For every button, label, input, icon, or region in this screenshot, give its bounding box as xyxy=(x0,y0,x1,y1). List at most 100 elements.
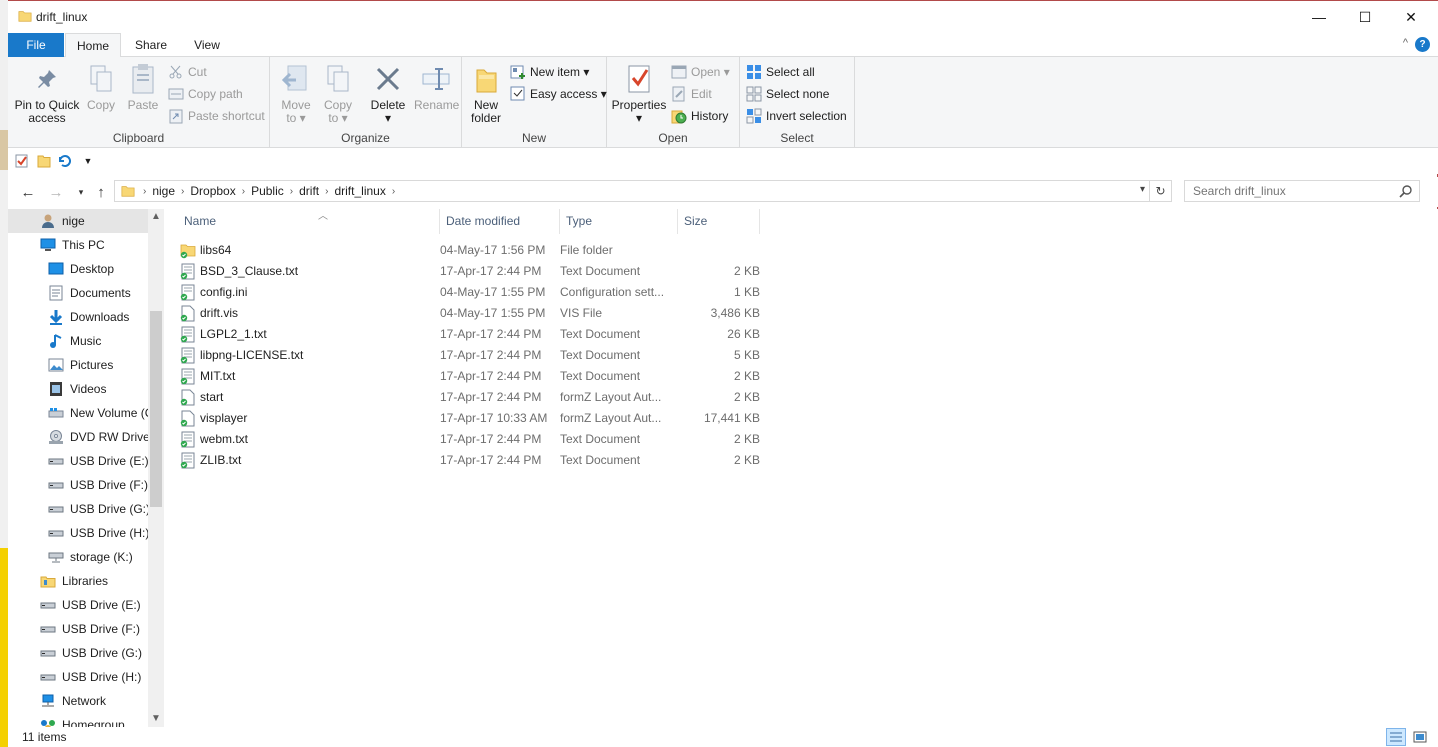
close-button[interactable]: ✕ xyxy=(1388,1,1434,33)
file-date-modified: 04-May-17 1:55 PM xyxy=(440,285,546,299)
move-to-button[interactable]: Move to ▾ xyxy=(278,63,314,125)
nav-item-network[interactable]: Network xyxy=(8,689,148,713)
undo-icon[interactable] xyxy=(56,153,72,169)
videos-icon xyxy=(48,381,64,397)
nav-item-this-pc[interactable]: This PC xyxy=(8,233,148,257)
file-row[interactable]: LGPL2_1.txt 17-Apr-17 2:44 PM Text Documen… xyxy=(178,324,760,345)
scroll-down-icon[interactable]: ▼ xyxy=(148,711,164,727)
column-header-date[interactable]: Date modified xyxy=(440,209,560,234)
address-history-chevron-icon[interactable]: ▾ xyxy=(1140,184,1145,195)
refresh-icon[interactable]: ↻ xyxy=(1149,181,1171,201)
collapse-ribbon-button[interactable]: ^ xyxy=(1403,37,1408,49)
breadcrumb-nige[interactable]: nige xyxy=(146,184,181,198)
select-all-button[interactable]: Select all xyxy=(746,62,815,82)
network-drive-icon xyxy=(48,549,64,565)
paste-button[interactable]: Paste xyxy=(124,63,162,112)
column-header-size[interactable]: Size xyxy=(678,209,760,234)
open-button[interactable]: Open ▾ xyxy=(671,62,730,82)
file-row[interactable]: config.ini 04-May-17 1:55 PM Configuration… xyxy=(178,282,760,303)
nav-item-new-volume[interactable]: New Volume (C xyxy=(8,401,153,425)
breadcrumb-public[interactable]: Public xyxy=(245,184,290,198)
file-row[interactable]: MIT.txt 17-Apr-17 2:44 PM Text Document 2 K… xyxy=(178,366,760,387)
edit-button[interactable]: Edit xyxy=(671,84,712,104)
invert-selection-icon xyxy=(746,108,762,124)
nav-item-documents[interactable]: Documents xyxy=(8,281,148,305)
up-button[interactable]: ↑ xyxy=(91,182,111,202)
tab-share[interactable]: Share xyxy=(126,33,176,57)
details-view-button[interactable] xyxy=(1386,728,1406,746)
nav-item-dvd-rw-drive[interactable]: DVD RW Drive xyxy=(8,425,150,449)
nav-item-usb-drive-f[interactable]: USB Drive (F:) xyxy=(8,473,148,497)
copy-button[interactable]: Copy xyxy=(84,63,118,112)
properties-button[interactable]: Properties ▾ xyxy=(611,63,667,125)
new-folder-button[interactable]: New folder xyxy=(466,63,506,125)
easy-access-button[interactable]: Easy access ▾ xyxy=(510,84,607,104)
file-row[interactable]: start 17-Apr-17 2:44 PM formZ Layout Aut..… xyxy=(178,387,760,408)
file-size: 2 KB xyxy=(733,432,760,446)
maximize-button[interactable]: ☐ xyxy=(1342,1,1388,33)
breadcrumb-drift[interactable]: drift xyxy=(293,184,325,198)
recent-locations-chevron-icon[interactable]: ▾ xyxy=(71,182,91,202)
nav-item-usb-drive-h[interactable]: USB Drive (H:) xyxy=(8,521,149,545)
homegroup-icon xyxy=(40,717,56,727)
nav-item-desktop[interactable]: Desktop xyxy=(8,257,148,281)
file-row[interactable]: webm.txt 17-Apr-17 2:44 PM Text Document 2 … xyxy=(178,429,760,450)
breadcrumb-dropbox[interactable]: Dropbox xyxy=(184,184,241,198)
minimize-button[interactable]: — xyxy=(1296,1,1342,33)
large-icons-view-button[interactable] xyxy=(1410,728,1430,746)
address-bar-row: ← → ▾ ↑ › nige › Dropbox › Public › drif… xyxy=(8,177,1438,207)
rename-button[interactable]: Rename xyxy=(414,63,459,112)
nav-item-usb-drive-h-root[interactable]: USB Drive (H:) xyxy=(8,665,148,689)
nav-item-usb-drive-e-root[interactable]: USB Drive (E:) xyxy=(8,593,148,617)
nav-item-libraries[interactable]: Libraries xyxy=(8,569,148,593)
column-header-name[interactable]: Name ︿ xyxy=(178,209,440,234)
scroll-up-icon[interactable]: ▲ xyxy=(148,209,164,225)
new-folder-quick-icon[interactable] xyxy=(36,153,52,169)
file-row[interactable]: drift.vis 04-May-17 1:55 PM VIS File 3,486 … xyxy=(178,303,760,324)
properties-quick-icon[interactable] xyxy=(14,153,30,169)
search-input[interactable] xyxy=(1193,181,1393,201)
paste-shortcut-button[interactable]: Paste shortcut xyxy=(168,106,265,126)
nav-item-usb-drive-g[interactable]: USB Drive (G:) xyxy=(8,497,150,521)
nav-item-storage-k[interactable]: storage (K:) xyxy=(8,545,148,569)
copy-path-button[interactable]: Copy path xyxy=(168,84,243,104)
file-row[interactable]: libpng-LICENSE.txt 17-Apr-17 2:44 PM Text … xyxy=(178,345,760,366)
copy-to-button[interactable]: Copy to ▾ xyxy=(320,63,356,125)
nav-item-downloads[interactable]: Downloads xyxy=(8,305,148,329)
column-header-label: Type xyxy=(566,214,593,228)
nav-item-usb-drive-g-root[interactable]: USB Drive (G:) xyxy=(8,641,148,665)
tab-view[interactable]: View xyxy=(180,33,234,57)
history-button[interactable]: History xyxy=(671,106,728,126)
customize-toolbar-chevron-icon[interactable]: ▼ xyxy=(80,153,96,169)
nav-item-videos[interactable]: Videos xyxy=(8,377,148,401)
file-row[interactable]: visplayer 17-Apr-17 10:33 AM formZ Layout … xyxy=(178,408,760,429)
tab-home[interactable]: Home xyxy=(65,33,121,58)
address-bar[interactable]: › nige › Dropbox › Public › drift › drif… xyxy=(114,180,1172,202)
column-header-type[interactable]: Type xyxy=(560,209,678,234)
invert-selection-button[interactable]: Invert selection xyxy=(746,106,847,126)
nav-item-nige[interactable]: nige xyxy=(8,209,148,233)
nav-item-usb-drive-e[interactable]: USB Drive (E:) xyxy=(8,449,149,473)
select-none-button[interactable]: Select none xyxy=(746,84,829,104)
help-button[interactable]: ? xyxy=(1415,37,1430,52)
back-button[interactable]: ← xyxy=(18,182,38,202)
file-row[interactable]: BSD_3_Clause.txt 17-Apr-17 2:44 PM Text Do… xyxy=(178,261,760,282)
delete-button[interactable]: Delete ▾ xyxy=(368,63,408,125)
nav-pane-scrollbar[interactable]: ▲ ▼ xyxy=(148,209,164,727)
breadcrumb-drift-linux[interactable]: drift_linux xyxy=(328,184,391,198)
computer-icon xyxy=(40,237,56,253)
column-header-label: Date modified xyxy=(446,214,521,228)
file-row[interactable]: libs64 04-May-17 1:56 PM File folder xyxy=(178,240,758,261)
new-item-button[interactable]: New item ▾ xyxy=(510,62,589,82)
nav-item-pictures[interactable]: Pictures xyxy=(8,353,148,377)
nav-item-music[interactable]: Music xyxy=(8,329,148,353)
scrollbar-thumb[interactable] xyxy=(150,311,162,507)
search-icon[interactable] xyxy=(1399,184,1413,198)
nav-item-usb-drive-f-root[interactable]: USB Drive (F:) xyxy=(8,617,148,641)
file-row[interactable]: ZLIB.txt 17-Apr-17 2:44 PM Text Document 2 … xyxy=(178,450,760,471)
nav-item-homegroup[interactable]: Homegroup xyxy=(8,713,148,727)
forward-button[interactable]: → xyxy=(46,182,66,202)
pin-to-quick-access-button[interactable]: Pin to Quick access xyxy=(12,63,82,125)
tab-file[interactable]: File xyxy=(8,33,64,57)
cut-button[interactable]: Cut xyxy=(168,62,207,82)
